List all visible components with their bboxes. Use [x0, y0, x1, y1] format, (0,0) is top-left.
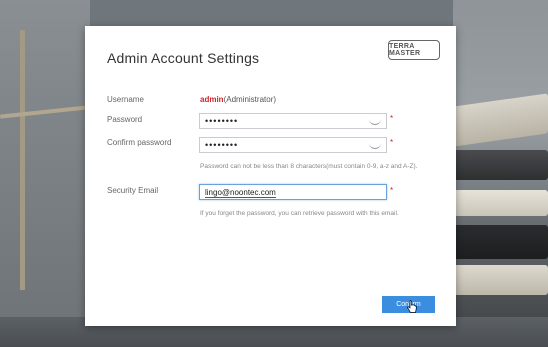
email-hint: If you forget the password, you can retr… — [200, 210, 399, 217]
hand-cursor-icon — [407, 300, 417, 313]
username-name: admin — [200, 95, 224, 104]
confirm-password-required-mark: * — [390, 138, 394, 147]
security-email-input[interactable]: lingo@noontec.com — [199, 184, 387, 200]
background-books-right — [453, 0, 548, 347]
eye-closed-icon[interactable] — [369, 119, 381, 125]
background-book — [453, 225, 548, 259]
password-required-mark: * — [390, 114, 394, 123]
dialog-title: Admin Account Settings — [107, 50, 260, 66]
username-label: Username — [107, 95, 144, 104]
confirm-password-input[interactable]: •••••••• — [199, 137, 387, 153]
security-email-required-mark: * — [390, 186, 394, 195]
background-scale-rod — [20, 30, 25, 290]
security-email-label: Security Email — [107, 186, 159, 195]
password-input[interactable]: •••••••• — [199, 113, 387, 129]
background-book — [453, 190, 548, 216]
confirm-password-value: •••••••• — [205, 140, 239, 150]
username-role: (Administrator) — [223, 95, 277, 104]
terramaster-logo: TERRA MASTER — [388, 40, 440, 60]
admin-settings-dialog: Admin Account Settings TERRA MASTER User… — [85, 26, 456, 326]
password-hint: Password can not be less than 8 characte… — [200, 163, 418, 170]
username-value: admin(Administrator) — [200, 95, 276, 104]
eye-closed-icon[interactable] — [369, 143, 381, 149]
password-value: •••••••• — [205, 116, 239, 126]
confirm-password-label: Confirm password — [107, 138, 172, 147]
password-label: Password — [107, 115, 143, 124]
background-book — [453, 265, 548, 295]
background-book — [453, 150, 548, 180]
background-book — [453, 93, 548, 147]
background-scale-left — [0, 0, 90, 347]
security-email-value: lingo@noontec.com — [205, 188, 276, 198]
